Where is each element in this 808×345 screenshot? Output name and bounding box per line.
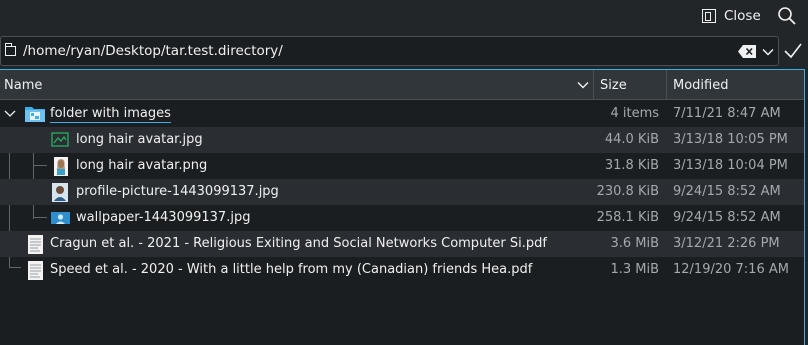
folder-icon <box>4 43 16 56</box>
row-modified: 3/12/21 2:26 PM <box>673 236 780 251</box>
row-modified: 3/13/18 10:05 PM <box>673 132 788 147</box>
table-row[interactable]: long hair avatar.png 31.8 KiB 3/13/18 10… <box>0 153 804 179</box>
image-png-icon <box>54 157 68 176</box>
row-size: 44.0 KiB <box>604 132 659 147</box>
table-row[interactable]: folder with images 4 items 7/11/21 8:47 … <box>0 101 804 127</box>
table-row[interactable]: Cragun et al. - 2021 - Religious Exiting… <box>0 231 804 257</box>
row-size: 230.8 KiB <box>596 184 659 199</box>
search-icon[interactable] <box>777 6 797 26</box>
table-row[interactable]: wallpaper-1443099137.jpg 258.1 KiB 9/24/… <box>0 205 804 231</box>
profile-picture-icon <box>52 183 68 202</box>
chevron-down-icon[interactable] <box>4 110 16 118</box>
toolbar: Close <box>0 0 808 32</box>
pdf-icon <box>28 261 43 280</box>
row-name[interactable]: Cragun et al. - 2021 - Religious Exiting… <box>50 236 547 251</box>
close-panel-icon <box>702 9 716 23</box>
location-bar[interactable]: /home/ryan/Desktop/tar.test.directory/ <box>0 36 779 66</box>
row-name[interactable]: folder with images <box>50 106 171 123</box>
column-separator[interactable] <box>666 70 667 100</box>
row-name[interactable]: Speed et al. - 2020 - With a little help… <box>50 262 532 277</box>
row-name[interactable]: long hair avatar.png <box>76 158 207 173</box>
row-modified: 9/24/15 8:52 AM <box>673 184 781 199</box>
wallpaper-icon <box>51 212 70 224</box>
column-separator[interactable] <box>593 70 594 100</box>
folder-images-icon <box>25 107 45 122</box>
accept-checkmark-icon[interactable] <box>783 39 803 63</box>
sort-indicator-icon[interactable] <box>576 79 590 91</box>
close-label: Close <box>724 8 761 24</box>
column-name[interactable]: Name <box>4 78 42 93</box>
column-size[interactable]: Size <box>600 78 627 93</box>
file-tree-view[interactable]: Name Size Modified folder with images 4 … <box>0 69 805 345</box>
pdf-icon <box>28 235 43 254</box>
row-name[interactable]: wallpaper-1443099137.jpg <box>76 210 250 225</box>
table-row[interactable]: Speed et al. - 2020 - With a little help… <box>0 257 804 283</box>
row-name[interactable]: long hair avatar.jpg <box>76 132 203 147</box>
row-size: 1.3 MiB <box>610 262 659 277</box>
chevron-down-icon[interactable] <box>761 45 775 59</box>
location-path[interactable]: /home/ryan/Desktop/tar.test.directory/ <box>23 43 283 59</box>
clear-text-icon[interactable] <box>738 45 756 58</box>
row-modified: 9/24/15 8:52 AM <box>673 210 781 225</box>
row-size: 3.6 MiB <box>610 236 659 251</box>
table-row[interactable]: long hair avatar.jpg 44.0 KiB 3/13/18 10… <box>0 127 804 153</box>
row-modified: 12/19/20 7:16 AM <box>673 262 789 277</box>
row-modified: 3/13/18 10:04 PM <box>673 158 788 173</box>
row-modified: 7/11/21 8:47 AM <box>673 106 781 121</box>
row-size: 258.1 KiB <box>596 210 659 225</box>
table-row[interactable]: profile-picture-1443099137.jpg 230.8 KiB… <box>0 179 804 205</box>
row-size: 4 items <box>610 106 659 121</box>
row-name[interactable]: profile-picture-1443099137.jpg <box>76 184 279 199</box>
row-size: 31.8 KiB <box>604 158 659 173</box>
image-jpg-icon <box>51 132 69 147</box>
column-modified[interactable]: Modified <box>673 78 728 93</box>
close-button[interactable]: Close <box>702 5 761 27</box>
column-header: Name Size Modified <box>0 70 804 100</box>
